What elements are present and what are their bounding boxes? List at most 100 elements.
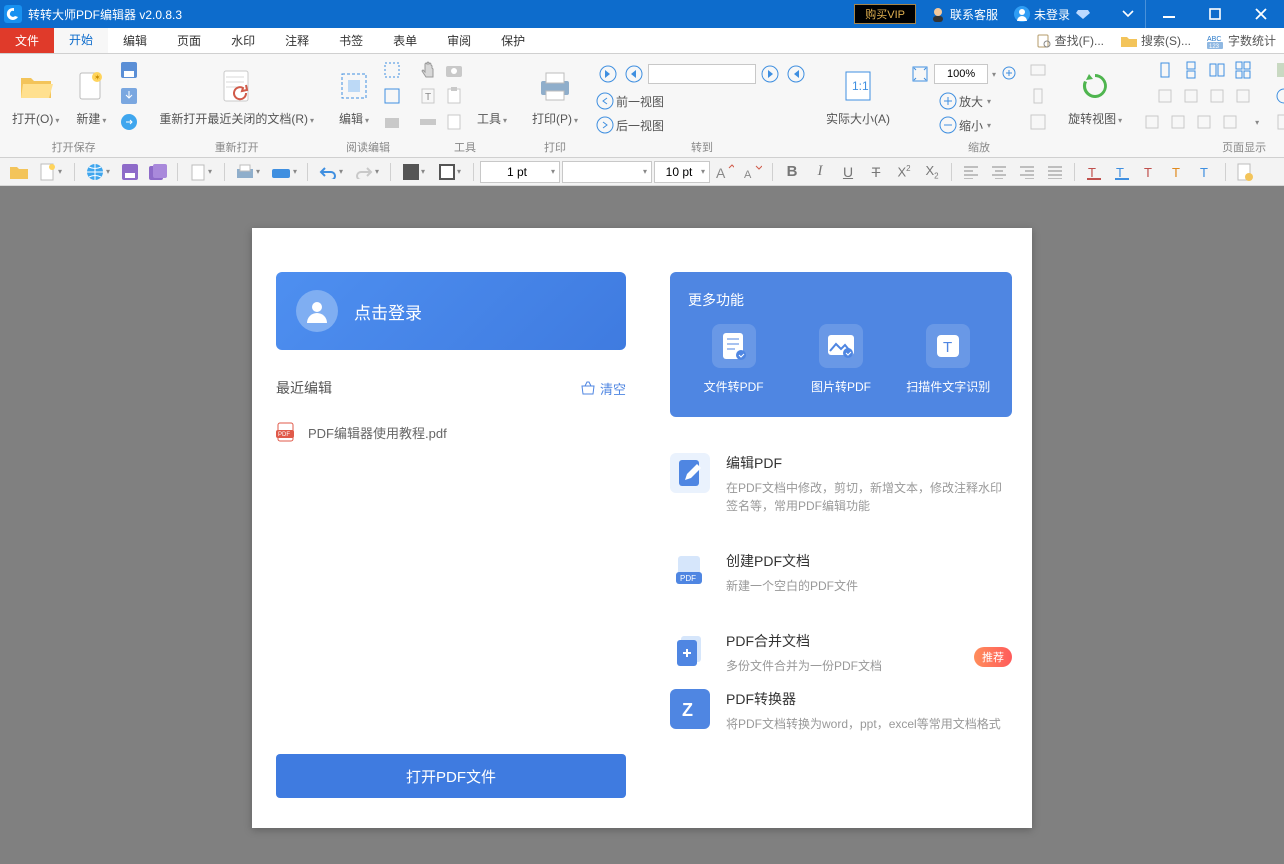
last-page-button[interactable] xyxy=(784,62,808,86)
zoom-in-top-button[interactable] xyxy=(998,62,1022,86)
tab-review[interactable]: 审阅 xyxy=(432,28,486,53)
login-status-button[interactable]: 未登录 xyxy=(1014,6,1094,23)
qat-new-button[interactable]: ▾ xyxy=(34,160,68,184)
tab-start[interactable]: 开始 xyxy=(54,28,108,53)
line-width-field[interactable]: 1 pt▾ xyxy=(480,161,560,183)
edit-mode-button[interactable]: 编辑▾ xyxy=(332,58,376,130)
disp-opt6-button[interactable] xyxy=(1166,110,1190,134)
recent-file-item[interactable]: PDF PDF编辑器使用教程.pdf xyxy=(276,416,626,448)
minimize-button[interactable] xyxy=(1146,0,1192,28)
zoom-out-button[interactable]: 缩小▾ xyxy=(939,116,991,134)
wordcount-button[interactable]: ABC123字数统计 xyxy=(1199,32,1284,49)
page-number-input[interactable] xyxy=(648,64,756,84)
tab-watermark[interactable]: 水印 xyxy=(216,28,270,53)
qat-save-all-button[interactable] xyxy=(145,160,171,184)
view-opt1-button[interactable] xyxy=(1272,84,1284,108)
feature-merge-pdf[interactable]: PDF合并文档多份文件合并为一份PDF文档 xyxy=(670,631,1012,675)
font-size-field[interactable]: 10 pt▾ xyxy=(654,161,710,183)
doc-props-button[interactable] xyxy=(1232,160,1258,184)
next-page-button[interactable] xyxy=(758,62,782,86)
highlight1-button[interactable]: T xyxy=(1081,160,1107,184)
hand-tool-button[interactable] xyxy=(380,58,404,82)
actual-size-button[interactable]: 1:1 实际大小(A) xyxy=(820,58,896,128)
align-right-button[interactable] xyxy=(1014,160,1040,184)
continuous-button[interactable] xyxy=(1179,58,1203,82)
qat-undo-button[interactable]: ▾ xyxy=(314,160,348,184)
measure-button[interactable] xyxy=(416,110,440,134)
stroke-color-button[interactable]: ▾ xyxy=(433,160,467,184)
single-page-button[interactable] xyxy=(1153,58,1177,82)
bold-button[interactable]: B xyxy=(779,160,805,184)
align-center-button[interactable] xyxy=(986,160,1012,184)
buy-vip-button[interactable]: 购买VIP xyxy=(854,4,916,24)
fill-color-button[interactable]: ▾ xyxy=(397,160,431,184)
text-tool-button[interactable]: T xyxy=(416,84,440,108)
open-button[interactable]: 打开(O)▾ xyxy=(6,58,65,130)
tab-form[interactable]: 表单 xyxy=(378,28,432,53)
view-opt4-button[interactable] xyxy=(1272,110,1284,134)
tab-file[interactable]: 文件 xyxy=(0,28,54,53)
maximize-button[interactable] xyxy=(1192,0,1238,28)
disp-opt5-button[interactable] xyxy=(1140,110,1164,134)
first-page-button[interactable] xyxy=(596,62,620,86)
tab-bookmark[interactable]: 书签 xyxy=(324,28,378,53)
underline-button[interactable]: U xyxy=(835,160,861,184)
qat-print-button[interactable]: ▾ xyxy=(231,160,265,184)
disp-opt8-button[interactable] xyxy=(1218,110,1242,134)
ocr-button[interactable]: T 扫描件文字识别 xyxy=(903,324,993,395)
print-button[interactable]: 打印(P)▾ xyxy=(526,58,584,130)
fit-visible-button[interactable] xyxy=(1026,110,1050,134)
qat-open-button[interactable] xyxy=(6,160,32,184)
highlight3-button[interactable]: T xyxy=(1137,160,1163,184)
docinfo-button[interactable] xyxy=(442,110,466,134)
disp-opt1-button[interactable] xyxy=(1153,84,1177,108)
highlight2-button[interactable]: T xyxy=(1109,160,1135,184)
qat-redo-button[interactable]: ▾ xyxy=(350,160,384,184)
tab-edit[interactable]: 编辑 xyxy=(108,28,162,53)
qat-web-button[interactable]: ▾ xyxy=(81,160,115,184)
search-button[interactable]: 搜索(S)... xyxy=(1112,32,1199,49)
fit-width-button[interactable] xyxy=(1026,58,1050,82)
select-tool-button[interactable] xyxy=(380,84,404,108)
find-button[interactable]: 查找(F)... xyxy=(1028,32,1112,49)
tab-protect[interactable]: 保护 xyxy=(486,28,540,53)
feature-create-pdf[interactable]: PDF 创建PDF文档新建一个空白的PDF文件 xyxy=(670,551,1012,595)
tab-page[interactable]: 页面 xyxy=(162,28,216,53)
hand-icon-button[interactable] xyxy=(416,58,440,82)
align-left-button[interactable] xyxy=(958,160,984,184)
export-button[interactable] xyxy=(117,110,141,134)
highlight5-button[interactable]: T xyxy=(1193,160,1219,184)
font-family-field[interactable]: ▾ xyxy=(562,161,652,183)
new-button[interactable]: ✶ 新建▾ xyxy=(69,58,113,130)
window-menu-button[interactable] xyxy=(1110,0,1146,28)
qat-scan-button[interactable]: ▾ xyxy=(267,160,301,184)
clipboard-button[interactable] xyxy=(442,84,466,108)
prev-view-button[interactable]: 前一视图 xyxy=(596,92,664,110)
qat-copy-page-button[interactable]: ▾ xyxy=(184,160,218,184)
qat-save-button[interactable] xyxy=(117,160,143,184)
disp-opt2-button[interactable] xyxy=(1179,84,1203,108)
zoom-in-button[interactable]: 放大▾ xyxy=(939,92,991,110)
camera-button[interactable] xyxy=(442,58,466,82)
facing-continuous-button[interactable] xyxy=(1231,58,1255,82)
save-button[interactable] xyxy=(117,58,141,82)
superscript-button[interactable]: X2 xyxy=(891,160,917,184)
save-as-button[interactable] xyxy=(117,84,141,108)
font-grow-button[interactable]: A xyxy=(712,160,738,184)
subscript-button[interactable]: X2 xyxy=(919,160,945,184)
prev-page-button[interactable] xyxy=(622,62,646,86)
clear-recent-button[interactable]: 清空 xyxy=(580,379,626,398)
disp-more-button[interactable]: ▾ xyxy=(1244,110,1268,134)
strike-button[interactable]: T xyxy=(863,160,889,184)
fit-height-button[interactable] xyxy=(1026,84,1050,108)
next-view-button[interactable]: 后一视图 xyxy=(596,116,664,134)
open-pdf-button[interactable]: 打开PDF文件 xyxy=(276,754,626,798)
align-justify-button[interactable] xyxy=(1042,160,1068,184)
disp-opt7-button[interactable] xyxy=(1192,110,1216,134)
italic-button[interactable]: I xyxy=(807,160,833,184)
contact-support-button[interactable]: 联系客服 xyxy=(930,6,998,23)
fit-page-button[interactable] xyxy=(908,62,932,86)
close-button[interactable] xyxy=(1238,0,1284,28)
feature-convert-pdf[interactable]: Z PDF转换器将PDF文档转换为word，ppt，excel等常用文档格式 xyxy=(670,689,1012,733)
login-card[interactable]: 点击登录 xyxy=(276,272,626,350)
